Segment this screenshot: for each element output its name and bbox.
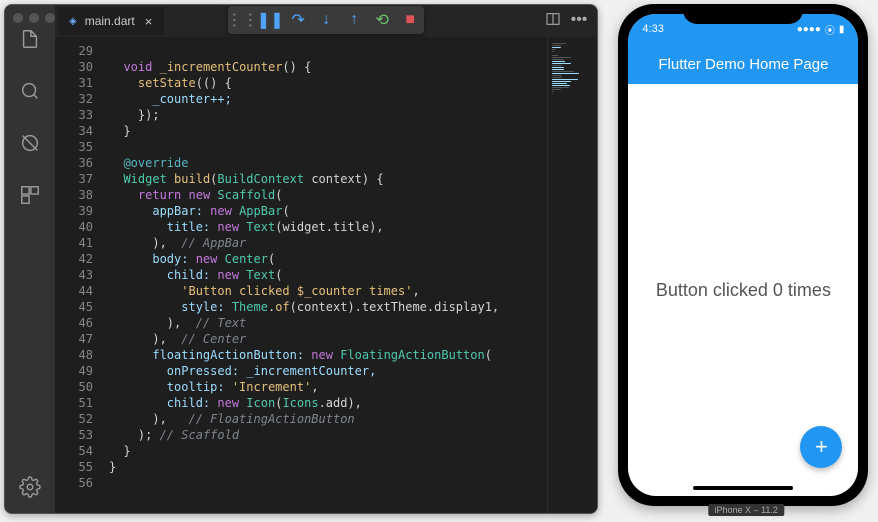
explorer-icon[interactable]: [16, 25, 44, 53]
status-icons: ●●●● ⦿ ▮: [797, 22, 845, 37]
ide-window: ◈ main.dart × ⋮⋮ ❚❚ ↷ ↓ ↑ ⟲ ■ ••• 293: [4, 4, 598, 514]
editor-area: ◈ main.dart × ⋮⋮ ❚❚ ↷ ↓ ↑ ⟲ ■ ••• 293: [55, 5, 597, 513]
settings-gear-icon[interactable]: [16, 473, 44, 501]
search-icon[interactable]: [16, 77, 44, 105]
plus-icon: +: [815, 434, 828, 460]
step-out-icon[interactable]: ↑: [346, 12, 362, 28]
maximize-window-icon[interactable]: [45, 13, 55, 23]
close-window-icon[interactable]: [13, 13, 23, 23]
wifi-icon: ⦿: [825, 22, 835, 37]
line-number-gutter: 2930313233343536373839404142434445464748…: [55, 37, 103, 513]
editor-actions: •••: [545, 11, 598, 32]
minimize-window-icon[interactable]: [29, 13, 39, 23]
drag-handle-icon[interactable]: ⋮⋮: [234, 12, 250, 28]
more-icon[interactable]: •••: [571, 11, 588, 32]
editor-tab[interactable]: ◈ main.dart ×: [59, 7, 164, 35]
phone-frame: 4:33 ●●●● ⦿ ▮ Flutter Demo Home Page But…: [618, 4, 868, 506]
window-controls: [13, 13, 55, 23]
phone-screen: 4:33 ●●●● ⦿ ▮ Flutter Demo Home Page But…: [628, 14, 858, 496]
extensions-icon[interactable]: [16, 181, 44, 209]
app-bar: Flutter Demo Home Page: [628, 44, 858, 84]
tab-filename: main.dart: [85, 14, 135, 28]
activity-bar: [5, 5, 55, 513]
signal-icon: ●●●●: [797, 24, 821, 35]
close-icon[interactable]: ×: [143, 14, 155, 29]
status-time: 4:33: [642, 23, 663, 35]
app-bar-title: Flutter Demo Home Page: [658, 56, 828, 73]
split-editor-icon[interactable]: [545, 11, 561, 32]
battery-icon: ▮: [839, 24, 845, 35]
restart-icon[interactable]: ⟲: [374, 12, 390, 28]
minimap[interactable]: [547, 37, 597, 513]
tab-bar: ◈ main.dart × ⋮⋮ ❚❚ ↷ ↓ ↑ ⟲ ■ •••: [55, 5, 597, 37]
step-into-icon[interactable]: ↓: [318, 12, 334, 28]
simulator-device-label: iPhone X – 11.2: [709, 504, 784, 516]
code-text[interactable]: void _incrementCounter() { setState(() {…: [103, 37, 547, 513]
simulator: 4:33 ●●●● ⦿ ▮ Flutter Demo Home Page But…: [618, 4, 874, 514]
body-text: Button clicked 0 times: [656, 280, 831, 301]
debug-icon[interactable]: [16, 129, 44, 157]
stop-icon[interactable]: ■: [402, 12, 418, 28]
phone-notch: [683, 4, 803, 24]
home-indicator[interactable]: [693, 486, 793, 490]
step-over-icon[interactable]: ↷: [290, 12, 306, 28]
code-pane[interactable]: 2930313233343536373839404142434445464748…: [55, 37, 597, 513]
pause-icon[interactable]: ❚❚: [262, 12, 278, 28]
debug-toolbar: ⋮⋮ ❚❚ ↷ ↓ ↑ ⟲ ■: [228, 6, 424, 34]
dart-file-icon: ◈: [69, 16, 77, 27]
